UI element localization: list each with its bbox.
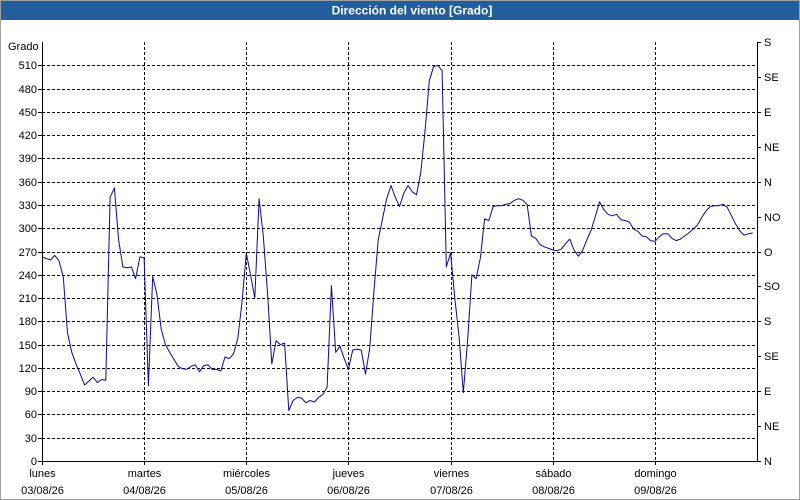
y-tick-label: 90 (25, 386, 37, 398)
y2-tick-label: SE (764, 351, 779, 363)
x-tick-label-date: 03/08/26 (21, 485, 64, 497)
y-tick-label: 420 (19, 130, 37, 142)
y2-tick-label: E (764, 107, 771, 119)
x-tick-label-date: 07/08/26 (430, 485, 473, 497)
y-tick-label: 270 (19, 247, 37, 259)
y-tick-label: 240 (19, 270, 37, 282)
y-tick-label: 360 (19, 177, 37, 189)
chart-title: Dirección del viento [Grado] (332, 4, 493, 18)
y2-tick-label: NO (764, 212, 781, 224)
y-tick-label: 180 (19, 316, 37, 328)
x-tick-label-date: 04/08/26 (123, 485, 166, 497)
y-tick-label: 120 (19, 363, 37, 375)
y-tick-label: 480 (19, 84, 37, 96)
x-tick-label-day: domingo (634, 468, 676, 480)
y2-tick-label: N (764, 177, 772, 189)
y-tick-label: 30 (25, 433, 37, 445)
y2-tick-label: O (764, 247, 773, 259)
x-tick-label-day: lunes (29, 468, 56, 480)
x-tick-label-date: 06/08/26 (327, 485, 370, 497)
y2-tick-label: SE (764, 72, 779, 84)
y-axis-label: Grado (8, 41, 39, 53)
y2-tick-label: S (764, 316, 771, 328)
x-tick-label-date: 08/08/26 (532, 485, 575, 497)
y-tick-label: 450 (19, 107, 37, 119)
title-bar: Dirección del viento [Grado] (0, 0, 800, 20)
y2-tick-label: NE (764, 421, 779, 433)
y2-tick-label: E (764, 386, 771, 398)
x-tick-label-day: sábado (535, 468, 571, 480)
x-tick-label-day: miércoles (223, 468, 271, 480)
y-tick-label: 300 (19, 223, 37, 235)
y2-tick-label: S (764, 37, 771, 49)
wind-direction-chart: Dirección del viento [Grado] Grado 0 30 60… (0, 0, 800, 500)
y2-tick-label: N (764, 456, 772, 468)
y-tick-label: 390 (19, 153, 37, 165)
y-tick-label: 210 (19, 293, 37, 305)
x-tick-label-day: viernes (434, 468, 470, 480)
y2-tick-label: NE (764, 142, 779, 154)
y-tick-label: 510 (19, 60, 37, 72)
x-tick-label-date: 09/08/26 (634, 485, 677, 497)
y2-tick-label: SO (764, 281, 780, 293)
y-tick-label: 330 (19, 200, 37, 212)
x-tick-label-day: jueves (332, 468, 365, 480)
x-tick-label-date: 05/08/26 (225, 485, 268, 497)
y-tick-label: 60 (25, 409, 37, 421)
y-tick-label: 150 (19, 340, 37, 352)
x-tick-label-day: martes (128, 468, 162, 480)
y-tick-label: 0 (31, 456, 37, 468)
